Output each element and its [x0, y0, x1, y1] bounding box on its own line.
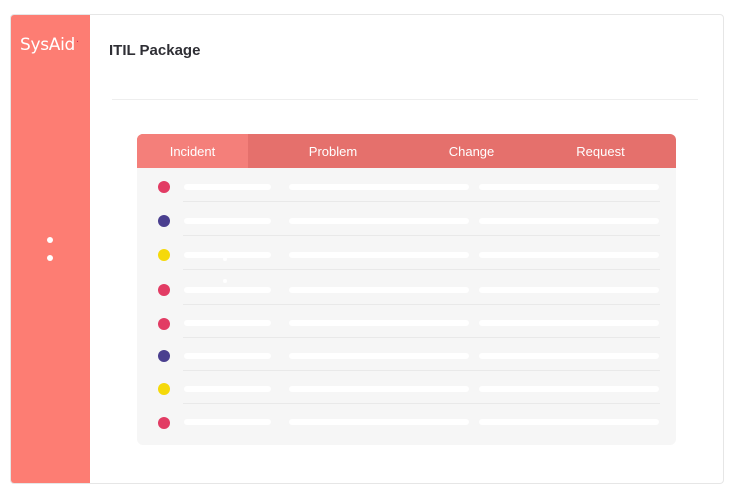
logo-text: SysAid: [20, 35, 76, 55]
decorative-speck: [223, 279, 227, 283]
cell-placeholder: [289, 320, 469, 326]
tab-label: Problem: [308, 143, 358, 159]
table-row[interactable]: [137, 370, 676, 404]
decorative-speck: [223, 257, 227, 261]
cell-placeholder: [184, 252, 271, 258]
status-dot: [158, 284, 170, 296]
cell-placeholder: [479, 419, 659, 425]
tab-bar: Incident Problem Change Request: [137, 134, 676, 168]
tab-label: Incident: [169, 143, 216, 159]
tab-request[interactable]: Request: [525, 134, 676, 168]
cell-placeholder: [479, 252, 659, 258]
cell-placeholder: [479, 184, 659, 190]
tab-incident[interactable]: Incident: [137, 134, 248, 168]
cell-placeholder: [289, 184, 469, 190]
itil-table-panel: Incident Problem Change Request: [137, 134, 676, 445]
cell-placeholder: [479, 218, 659, 224]
menu-dot: [47, 237, 53, 243]
cell-placeholder: [289, 419, 469, 425]
table-row[interactable]: [137, 337, 676, 371]
header-divider: [112, 99, 698, 100]
cell-placeholder: [479, 287, 659, 293]
cell-placeholder: [184, 184, 271, 190]
status-dot: [158, 383, 170, 395]
cell-placeholder: [184, 287, 271, 293]
tab-label: Change: [448, 143, 495, 159]
sysaid-logo: SysAid.: [20, 35, 79, 55]
cell-placeholder: [479, 353, 659, 359]
table-row[interactable]: [137, 168, 676, 202]
table-row[interactable]: [137, 202, 676, 236]
cell-placeholder: [184, 320, 271, 326]
logo-mark: .: [76, 35, 79, 45]
status-dot: [158, 181, 170, 193]
cell-placeholder: [184, 218, 271, 224]
cell-placeholder: [289, 287, 469, 293]
cell-placeholder: [289, 218, 469, 224]
cell-placeholder: [184, 353, 271, 359]
tab-change[interactable]: Change: [418, 134, 525, 168]
table-row[interactable]: [137, 236, 676, 270]
cell-placeholder: [289, 353, 469, 359]
sidebar: SysAid.: [11, 15, 90, 483]
tab-problem[interactable]: Problem: [248, 134, 418, 168]
page-title: ITIL Package: [109, 42, 201, 59]
cell-placeholder: [184, 386, 271, 392]
status-dot: [158, 318, 170, 330]
row-divider: [183, 269, 660, 270]
table-row[interactable]: [137, 271, 676, 305]
app-window: SysAid. ITIL Package Incident Problem Ch…: [10, 14, 724, 484]
status-dot: [158, 350, 170, 362]
tab-label: Request: [576, 143, 625, 159]
status-dot: [158, 249, 170, 261]
status-dot: [158, 215, 170, 227]
menu-dot: [47, 255, 53, 261]
table-row[interactable]: [137, 304, 676, 338]
table-row[interactable]: [137, 403, 676, 437]
cell-placeholder: [289, 252, 469, 258]
cell-placeholder: [479, 320, 659, 326]
more-vertical-icon[interactable]: [41, 231, 59, 265]
cell-placeholder: [289, 386, 469, 392]
cell-placeholder: [184, 419, 271, 425]
cell-placeholder: [479, 386, 659, 392]
status-dot: [158, 417, 170, 429]
